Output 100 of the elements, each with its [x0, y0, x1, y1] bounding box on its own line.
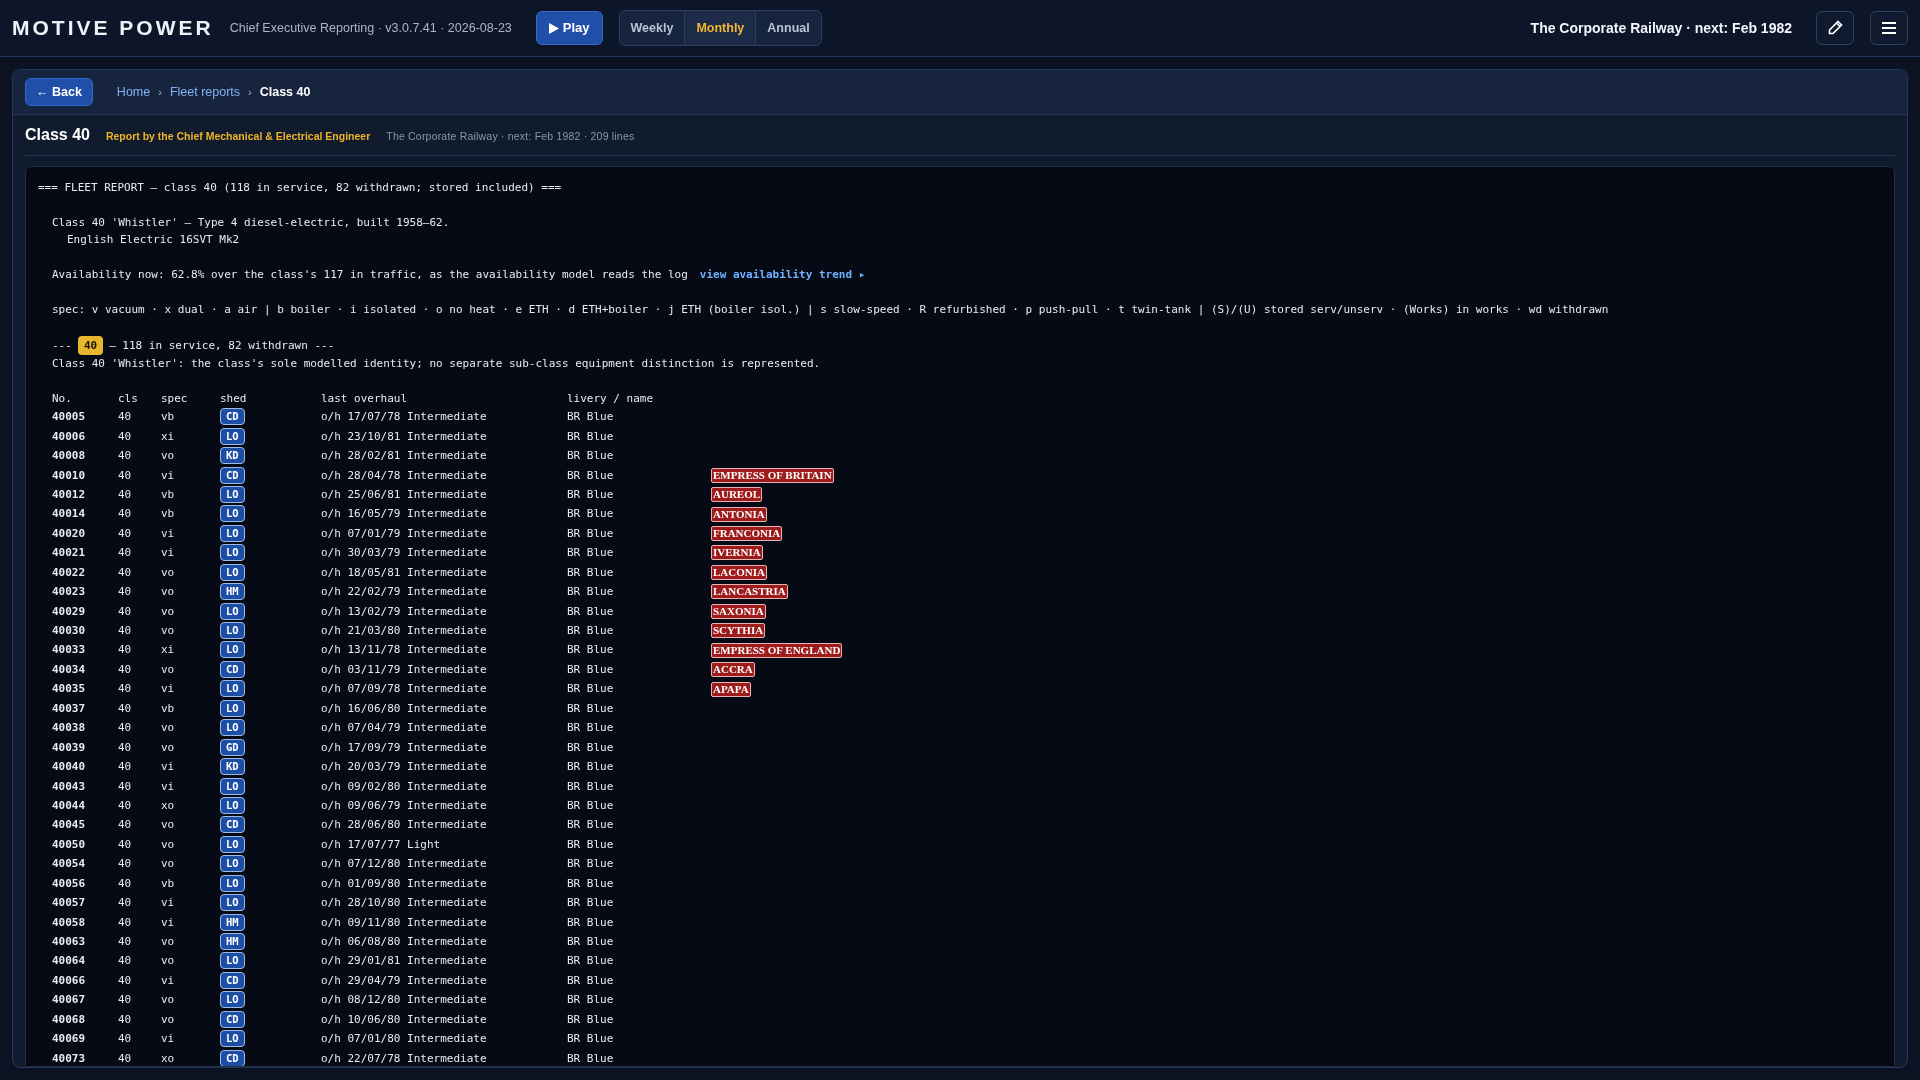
shed-tag: LO	[220, 485, 245, 503]
shed-tag: LO	[220, 505, 245, 523]
menu-button[interactable]	[1870, 11, 1908, 45]
loco-nameplate: EMPRESS OF BRITAIN	[711, 467, 834, 483]
shed-tag: LO	[220, 1030, 245, 1048]
period-tab[interactable]: Monthly	[685, 10, 757, 46]
breadcrumb-current: Class 40	[259, 83, 311, 101]
shed-tag: LO	[220, 544, 245, 562]
loco-number: 40054	[52, 856, 87, 873]
table-cell-text: BR Blue	[567, 448, 615, 465]
loco-number: 40039	[52, 739, 87, 756]
shed-tag: CD	[220, 816, 245, 834]
table-cell-text: vo	[161, 953, 176, 970]
shed-tag: LO	[220, 622, 245, 639]
table-cell-text: vi	[161, 467, 176, 484]
table-cell-text: vo	[161, 1011, 176, 1028]
shed-tag: GD	[220, 738, 245, 756]
loco-number: 40057	[52, 895, 87, 912]
table-cell-text: vo	[161, 720, 176, 737]
table-cell-text: BR Blue	[567, 739, 615, 756]
loco-number: 40014	[52, 506, 87, 523]
table-cell-text: 40	[118, 836, 133, 853]
table-cell-text: o/h 28/06/80 Intermediate	[321, 817, 488, 834]
table-cell-text: vb	[161, 409, 176, 426]
loco-number: 40034	[52, 661, 87, 678]
loco-number: 40010	[52, 467, 87, 484]
loco-nameplate: ANTONIA	[711, 506, 767, 522]
table-cell-text: BR Blue	[567, 875, 615, 892]
loco-number: 40058	[52, 914, 87, 931]
loco-number: 40043	[52, 778, 87, 795]
play-button[interactable]: Play	[535, 11, 603, 45]
table-cell-text: 40	[118, 1050, 133, 1066]
spec-legend: spec: v vacuum · x dual · a air | b boiler · i isolated · o no heat · e ETH · d ETH+boiler · j ETH (boiler isol.) | s slow-speed · R refurbished · p push-pull · t twin-tank | (S)/(U) stored serv/unserv · (Works) in works · wd withdrawn	[38, 300, 1882, 319]
table-cell-text: vo	[161, 992, 176, 1009]
loco-number: 40023	[52, 584, 87, 601]
back-button[interactable]: ← Back	[25, 77, 93, 107]
loco-number: 40022	[52, 564, 87, 581]
loco-number: 40038	[52, 720, 87, 737]
table-cell-text: vi	[161, 759, 176, 776]
table-cell-text: vi	[161, 545, 176, 562]
column-header: livery / name	[567, 390, 655, 407]
period-tab[interactable]: Annual	[756, 10, 821, 46]
column-header: shed	[220, 390, 248, 407]
table-cell-text: vo	[161, 739, 176, 756]
table-cell-text: 40	[118, 953, 133, 970]
shed-tag: LO	[220, 641, 245, 659]
loco-number: 40033	[52, 642, 87, 659]
table-cell-text: o/h 03/11/79 Intermediate	[321, 661, 488, 678]
table-cell-text: 40	[118, 934, 133, 950]
table-cell-text: 40	[118, 584, 133, 601]
breadcrumb-separator: ›	[158, 84, 162, 100]
table-cell-text: xi	[161, 642, 176, 659]
brand-title: MOTIVE POWER	[12, 15, 214, 42]
table-cell-text: o/h 21/03/80 Intermediate	[321, 623, 488, 639]
report-author: Report by the Chief Mechanical & Electrical Engineer	[105, 129, 371, 144]
edit-button[interactable]	[1816, 11, 1854, 45]
table-cell-text: o/h 10/06/80 Intermediate	[321, 1011, 488, 1028]
loco-number: 40050	[52, 836, 87, 853]
table-cell-text: o/h 29/04/79 Intermediate	[321, 972, 488, 989]
table-cell-text: BR Blue	[567, 486, 615, 503]
shed-tag: LO	[220, 524, 245, 542]
table-cell-text: vb	[161, 486, 176, 503]
loco-nameplate: SCYTHIA	[711, 623, 766, 639]
column-header: No.	[52, 390, 73, 407]
table-cell-text: 40	[118, 1031, 133, 1048]
trend-link[interactable]: view availability trend ▸	[699, 266, 866, 284]
shed-tag: CD	[220, 466, 245, 484]
shed-tag: LO	[220, 719, 245, 737]
table-cell-text: BR Blue	[567, 564, 615, 581]
table-cell-text: o/h 07/01/79 Intermediate	[321, 525, 488, 542]
shed-tag: LO	[220, 855, 245, 873]
section-summary: — 118 in service, 82 withdrawn ---	[109, 337, 335, 354]
shed-tag: LO	[220, 602, 245, 620]
breadcrumb-link[interactable]: Home	[116, 82, 151, 102]
loco-nameplate: EMPRESS OF ENGLAND	[711, 642, 843, 658]
table-cell-text: BR Blue	[567, 700, 615, 717]
table-cell-text: 40	[118, 856, 133, 873]
loco-number: 40040	[52, 759, 87, 776]
table-cell-text: BR Blue	[567, 1050, 615, 1066]
loco-nameplate: SAXONIA	[711, 603, 766, 619]
table-cell-text: o/h 07/12/80 Intermediate	[321, 856, 488, 873]
table-cell-text: vb	[161, 506, 176, 523]
loco-number: 40029	[52, 603, 87, 620]
table-cell-text: 40	[118, 506, 133, 523]
loco-number: 40035	[52, 681, 87, 698]
loco-number: 40063	[52, 934, 87, 950]
breadcrumb-link[interactable]: Fleet reports	[169, 82, 241, 102]
loco-number: 40005	[52, 409, 87, 426]
table-cell-text: o/h 16/06/80 Intermediate	[321, 700, 488, 717]
shed-tag: LO	[220, 894, 245, 912]
table-cell-text: BR Blue	[567, 836, 615, 853]
table-cell-text: BR Blue	[567, 934, 615, 950]
table-cell-text: vi	[161, 525, 176, 542]
loco-nameplate: LANCASTRIA	[711, 584, 788, 600]
table-cell-text: vo	[161, 448, 176, 465]
table-cell-text: o/h 17/07/77 Light	[321, 836, 442, 853]
shed-tag: LO	[220, 874, 245, 892]
table-cell-text: o/h 07/01/80 Intermediate	[321, 1031, 488, 1048]
table-cell-text: 40	[118, 972, 133, 989]
shed-tag: LO	[220, 991, 245, 1009]
